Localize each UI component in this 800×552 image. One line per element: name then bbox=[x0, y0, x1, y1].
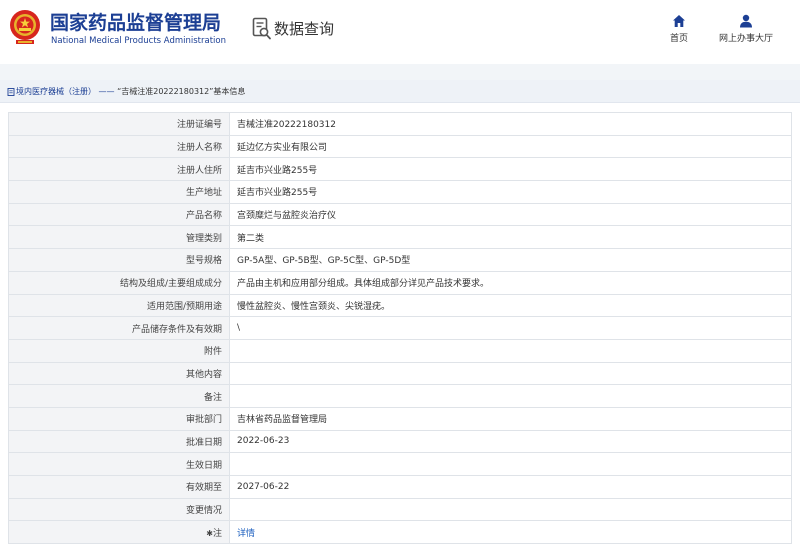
table-row: 注册人住所 延吉市兴业路255号 bbox=[8, 157, 792, 182]
table-row: 适用范围/预期用途 慢性盆腔炎、慢性宫颈炎、尖锐湿疣。 bbox=[8, 293, 792, 318]
row-value bbox=[229, 497, 792, 522]
row-label-note: ✱注 bbox=[8, 520, 230, 545]
table-row: 批准日期 2022-06-23 bbox=[8, 429, 792, 454]
row-value bbox=[229, 384, 792, 408]
row-value: 慢性盆腔炎、慢性宫颈炎、尖锐湿疣。 bbox=[229, 293, 792, 318]
row-value: 产品由主机和应用部分组成。具体组成部分详见产品技术要求。 bbox=[229, 270, 792, 295]
row-value: 吉械注准20222180312 bbox=[229, 112, 792, 136]
breadcrumb-current: “吉械注准20222180312”基本信息 bbox=[117, 87, 246, 96]
breadcrumb-separator: —— bbox=[96, 87, 118, 96]
table-row: 产品储存条件及有效期 \ bbox=[8, 316, 792, 340]
star-icon: ✱ bbox=[206, 528, 213, 538]
table-row: 审批部门 吉林省药品监督管理局 bbox=[8, 406, 792, 431]
table-row: 注册人名称 延边亿方实业有限公司 bbox=[8, 134, 792, 159]
row-label: 附件 bbox=[8, 338, 230, 363]
row-value: 详情 bbox=[229, 520, 792, 545]
row-value: 延边亿方实业有限公司 bbox=[229, 134, 792, 159]
row-label: 生效日期 bbox=[8, 452, 230, 476]
row-label: 其他内容 bbox=[8, 361, 230, 386]
table-row: ✱注 详情 bbox=[8, 520, 792, 545]
table-row: 备注 bbox=[8, 384, 792, 408]
row-label: 审批部门 bbox=[8, 406, 230, 431]
table-row: 管理类别 第二类 bbox=[8, 225, 792, 250]
row-label: 产品储存条件及有效期 bbox=[8, 316, 230, 340]
row-label: 注册人名称 bbox=[8, 134, 230, 159]
table-row: 生产地址 延吉市兴业路255号 bbox=[8, 180, 792, 204]
row-label: 注册人住所 bbox=[8, 157, 230, 182]
row-value: 第二类 bbox=[229, 225, 792, 250]
table-row: 注册证编号 吉械注准20222180312 bbox=[8, 112, 792, 136]
row-value: 宫颈糜烂与盆腔炎治疗仪 bbox=[229, 202, 792, 227]
nav-online-hall[interactable]: 网上办事大厅 bbox=[711, 14, 781, 44]
breadcrumb: 境内医疗器械（注册） —— “吉械注准20222180312”基本信息 bbox=[7, 86, 245, 97]
table-row: 产品名称 宫颈糜烂与盆腔炎治疗仪 bbox=[8, 202, 792, 227]
table-row: 附件 bbox=[8, 338, 792, 363]
row-value: 吉林省药品监督管理局 bbox=[229, 406, 792, 431]
row-value bbox=[229, 361, 792, 386]
brand-title-cn: 国家药品监督管理局 bbox=[50, 12, 222, 34]
row-label: 生产地址 bbox=[8, 180, 230, 204]
row-label: 批准日期 bbox=[8, 429, 230, 454]
table-row: 其他内容 bbox=[8, 361, 792, 386]
header: 国家药品监督管理局 National Medical Products Admi… bbox=[0, 0, 800, 60]
row-label: 适用范围/预期用途 bbox=[8, 293, 230, 318]
table-row: 变更情况 bbox=[8, 497, 792, 522]
nav-home[interactable]: 首页 bbox=[644, 14, 714, 44]
note-label: 注 bbox=[212, 528, 222, 539]
row-label: 变更情况 bbox=[8, 497, 230, 522]
row-label: 产品名称 bbox=[8, 202, 230, 227]
breadcrumb-category[interactable]: 境内医疗器械（注册） bbox=[16, 87, 96, 96]
data-query-icon bbox=[252, 17, 271, 40]
nav-online-hall-label: 网上办事大厅 bbox=[718, 34, 773, 44]
row-value: 延吉市兴业路255号 bbox=[229, 157, 792, 182]
row-label: 注册证编号 bbox=[8, 112, 230, 136]
brand-title-en: National Medical Products Administration bbox=[51, 36, 226, 46]
details-link[interactable]: 详情 bbox=[237, 529, 255, 539]
breadcrumb-bar: 境内医疗器械（注册） —— “吉械注准20222180312”基本信息 bbox=[0, 80, 800, 103]
row-value: GP-5A型、GP-5B型、GP-5C型、GP-5D型 bbox=[229, 248, 792, 272]
row-label: 备注 bbox=[8, 384, 230, 408]
row-label: 型号规格 bbox=[8, 248, 230, 272]
row-value: 延吉市兴业路255号 bbox=[229, 180, 792, 204]
table-row: 生效日期 bbox=[8, 452, 792, 476]
national-emblem-icon bbox=[10, 10, 40, 44]
nav-home-label: 首页 bbox=[669, 34, 688, 44]
user-icon bbox=[740, 14, 752, 28]
registration-detail-table: 注册证编号 吉械注准20222180312 注册人名称 延边亿方实业有限公司 注… bbox=[8, 112, 792, 545]
row-value: 2022-06-23 bbox=[229, 429, 792, 454]
table-row: 型号规格 GP-5A型、GP-5B型、GP-5C型、GP-5D型 bbox=[8, 248, 792, 272]
header-divider-band bbox=[0, 64, 800, 80]
row-value: \ bbox=[229, 316, 792, 340]
row-label: 有效期至 bbox=[8, 475, 230, 499]
document-icon bbox=[7, 87, 15, 96]
home-icon bbox=[673, 15, 685, 27]
table-row: 有效期至 2027-06-22 bbox=[8, 475, 792, 499]
section-title: 数据查询 bbox=[274, 20, 335, 38]
row-value bbox=[229, 338, 792, 363]
row-value: 2027-06-22 bbox=[229, 475, 792, 499]
table-row: 结构及组成/主要组成成分 产品由主机和应用部分组成。具体组成部分详见产品技术要求… bbox=[8, 270, 792, 295]
row-value bbox=[229, 452, 792, 476]
row-label: 结构及组成/主要组成成分 bbox=[8, 270, 230, 295]
row-label: 管理类别 bbox=[8, 225, 230, 250]
